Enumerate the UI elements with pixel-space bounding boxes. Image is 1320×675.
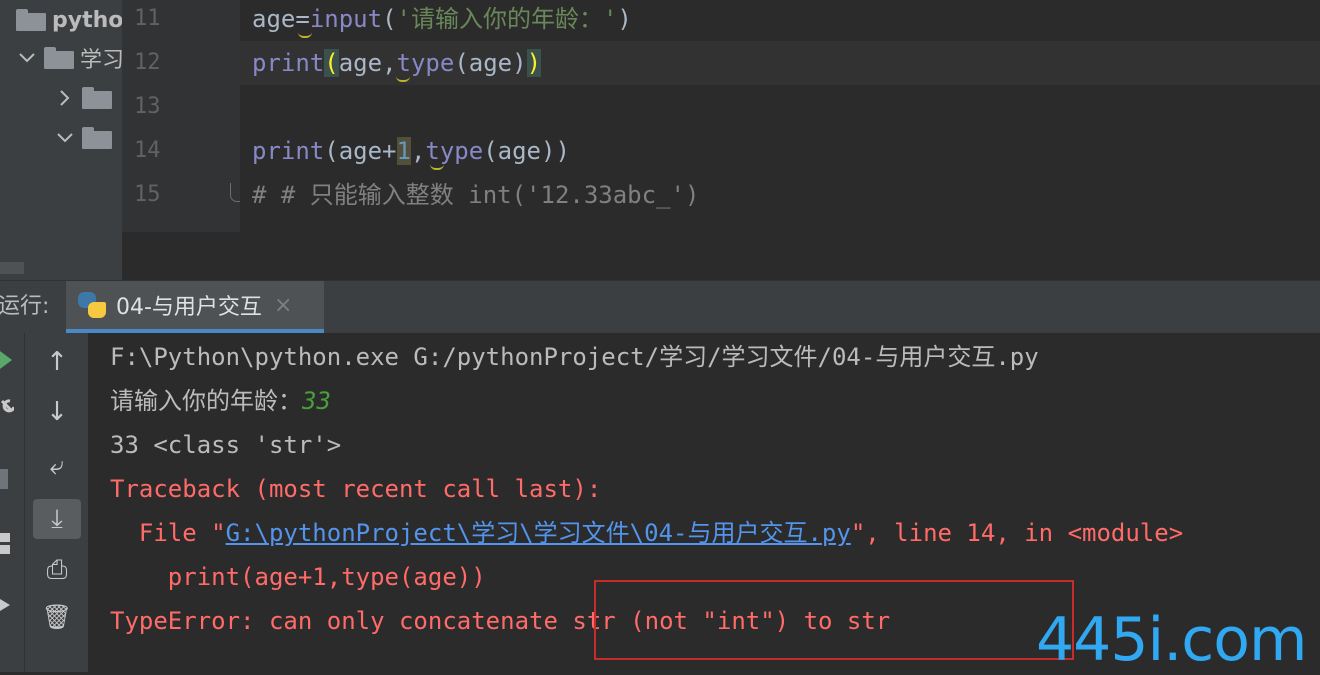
editor-gutter: 11 12 13 14 15 xyxy=(122,0,240,232)
line-number: 12 xyxy=(134,50,161,75)
scroll-to-end-icon[interactable]: ⤓ xyxy=(33,499,81,539)
traceback-code-line: print(age+1,type(age)) xyxy=(110,563,486,591)
tree-item-root[interactable]: pytho xyxy=(16,0,122,40)
tree-item-expanded[interactable] xyxy=(54,118,112,158)
watermark: 445i.com xyxy=(1036,605,1307,675)
project-tree: pytho 学习 xyxy=(0,0,122,280)
tree-item-label: 学习 xyxy=(80,48,122,73)
traceback-header: Traceback (most recent call last): xyxy=(110,475,602,503)
line-number: 14 xyxy=(134,138,161,163)
arrow-up-icon[interactable]: ↑ xyxy=(33,347,81,377)
traceback-file-link[interactable]: G:\pythonProject\学习\学习文件\04-与用户交互.py xyxy=(226,519,851,547)
line-number: 15 xyxy=(134,182,161,207)
chevron-right-icon[interactable] xyxy=(54,87,76,109)
line-number: 11 xyxy=(134,6,161,31)
code-editor[interactable]: age=input('请输入你的年龄：') print(age,type(age… xyxy=(240,0,1320,232)
line-number: 13 xyxy=(134,94,161,119)
layout-icon[interactable] xyxy=(0,533,12,555)
python-icon xyxy=(76,290,108,320)
folder-icon xyxy=(82,127,112,149)
console-toolbar: ↑ ↓ ⤶ ⤓ ⎙ 🗑 xyxy=(24,333,89,672)
chevron-down-icon[interactable] xyxy=(16,47,38,69)
tree-scrollbar[interactable] xyxy=(0,262,24,274)
run-panel-title: 运行: xyxy=(0,294,50,319)
folder-icon xyxy=(44,47,74,69)
tree-item-collapsed[interactable] xyxy=(54,78,112,118)
editor-overflow-area xyxy=(122,232,1320,280)
pin-icon[interactable] xyxy=(0,595,14,615)
annotation-highlight-box xyxy=(594,580,1074,660)
run-tool-window-header: 运行: 04-与用户交互 × xyxy=(0,280,1320,333)
console-command-line: F:\Python\python.exe G:/pythonProject/学习… xyxy=(110,343,1039,371)
folder-icon xyxy=(16,9,46,31)
soft-wrap-icon[interactable]: ⤶ xyxy=(33,451,81,482)
tab-label: 04-与用户交互 xyxy=(116,295,262,320)
console-prompt-line: 请输入你的年龄：33 xyxy=(110,387,331,415)
folder-icon xyxy=(82,87,112,109)
print-icon[interactable]: ⎙ xyxy=(33,555,81,586)
trash-icon[interactable]: 🗑 xyxy=(33,603,81,631)
stop-icon[interactable] xyxy=(0,469,8,489)
close-icon[interactable]: × xyxy=(274,293,292,318)
chevron-down-icon[interactable] xyxy=(54,127,76,149)
code-line-15: # # 只能输入整数 int('12.33abc_') xyxy=(252,181,700,209)
traceback-file-line: File "G:\pythonProject\学习\学习文件\04-与用户交互.… xyxy=(110,519,1184,547)
tree-item-label: pytho xyxy=(52,7,122,33)
code-line-14: print(age+1,type(age)) xyxy=(252,137,570,165)
tree-item-study[interactable]: 学习 xyxy=(16,38,122,78)
run-icon[interactable] xyxy=(0,351,12,369)
tab-run-config[interactable]: 04-与用户交互 × xyxy=(66,281,324,333)
console-result-line: 33 <class 'str'> xyxy=(110,431,342,459)
run-actions-toolbar xyxy=(0,333,24,672)
console-user-input: 33 xyxy=(302,387,331,415)
wrench-icon[interactable] xyxy=(0,399,14,417)
arrow-down-icon[interactable]: ↓ xyxy=(33,397,81,427)
